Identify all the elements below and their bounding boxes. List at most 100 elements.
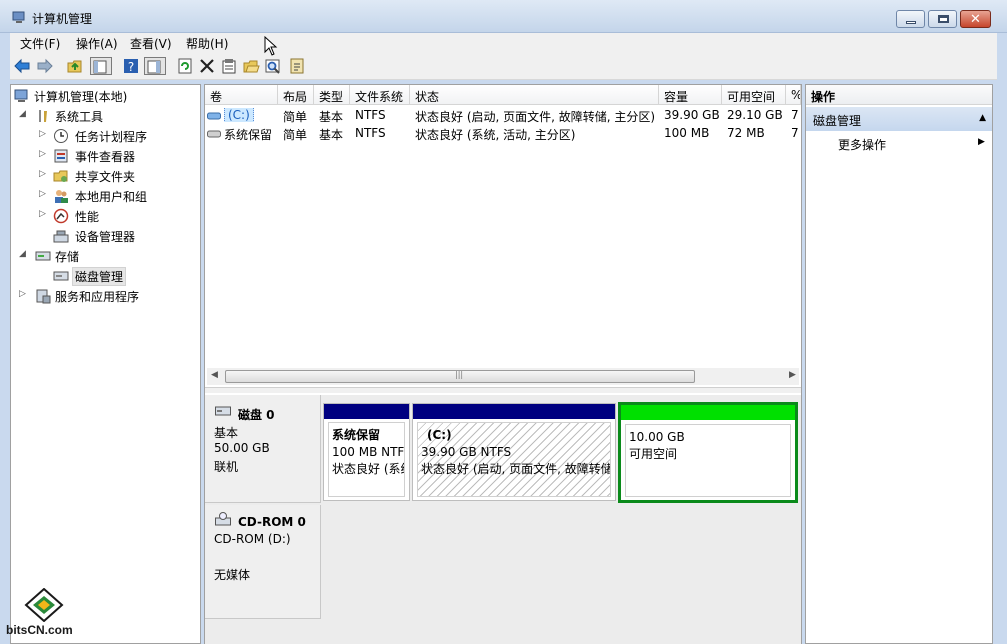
pane-splitter[interactable] <box>205 387 801 393</box>
shared-folder-icon <box>53 168 69 184</box>
partition-status: 状态良好 (启动, 页面文件, 故障转储 <box>421 462 611 476</box>
disk-properties-icon[interactable] <box>288 57 306 75</box>
menu-view[interactable]: 查看(V) <box>130 35 172 52</box>
tree-label-root: 计算机管理(本地) <box>34 90 128 104</box>
search-icon[interactable] <box>264 57 282 75</box>
computer-icon <box>14 88 30 104</box>
actions-pane: 操作 磁盘管理 ▲ 更多操作 ▶ <box>805 84 993 644</box>
partition-c[interactable]: (C:) 39.90 GB NTFS 状态良好 (启动, 页面文件, 故障转储 <box>412 403 616 501</box>
partition-status: 状态良好 (系统 <box>332 462 405 476</box>
device-manager-icon <box>53 228 69 244</box>
delete-icon[interactable] <box>198 57 216 75</box>
show-hide-action-icon[interactable] <box>144 57 166 75</box>
help-icon[interactable]: ? <box>122 57 140 75</box>
cdrom0-label[interactable]: CD-ROM 0 CD-ROM (D:) 无媒体 <box>205 505 321 619</box>
close-icon: ✕ <box>970 12 981 27</box>
table-row[interactable]: 系统保留 简单 基本 NTFS 状态良好 (系统, 活动, 主分区) 100 M… <box>205 124 799 142</box>
disk0-name: 磁盘 0 <box>238 408 275 422</box>
expand-arrow-icon[interactable]: ▷ <box>39 209 46 219</box>
open-icon[interactable] <box>242 57 260 75</box>
tree-label-local-users: 本地用户和组 <box>75 190 148 204</box>
toolbar: ? <box>10 53 997 80</box>
expand-arrow-icon[interactable]: ▷ <box>19 289 26 299</box>
minimize-icon <box>906 21 916 24</box>
disk-graphic-view: 磁盘 0 基本 50.00 GB 联机 系统保留 100 MB NTFS 状态良… <box>205 395 801 644</box>
menu-help[interactable]: 帮助(H) <box>186 35 228 52</box>
scroll-grip-icon: ||| <box>455 370 464 379</box>
scroll-left-icon[interactable]: ◀ <box>211 370 218 380</box>
disk0-type: 基本 <box>214 426 239 440</box>
collapse-arrow-icon[interactable]: ◢ <box>19 249 26 259</box>
table-row[interactable]: (C:) 简单 基本 NTFS 状态良好 (启动, 页面文件, 故障转储, 主分… <box>205 106 799 124</box>
tree-label-disk-management: 磁盘管理 <box>72 267 127 286</box>
column-header-volume[interactable]: 卷 <box>205 85 278 105</box>
volume-layout: 简单 <box>283 128 308 142</box>
back-icon[interactable] <box>13 57 31 75</box>
column-header-type[interactable]: 类型 <box>314 85 350 105</box>
partition-bar <box>621 405 795 420</box>
tree-label-task-scheduler: 任务计划程序 <box>75 130 148 144</box>
show-hide-tree-icon[interactable] <box>90 57 112 75</box>
watermark: bitsCN.com <box>6 587 92 640</box>
watermark-logo-icon <box>24 587 64 623</box>
collapse-up-icon[interactable]: ▲ <box>979 113 986 123</box>
storage-icon <box>35 248 51 264</box>
expand-arrow-icon[interactable]: ▷ <box>39 149 46 159</box>
up-folder-icon[interactable] <box>66 57 84 75</box>
column-header-percent[interactable]: % <box>786 85 801 105</box>
disk-management-icon <box>53 267 69 283</box>
window-title: 计算机管理 <box>32 12 93 26</box>
volume-capacity: 39.90 GB <box>664 108 720 122</box>
collapse-arrow-icon[interactable]: ◢ <box>19 109 26 119</box>
scroll-right-icon[interactable]: ▶ <box>789 370 796 380</box>
menu-bar: 文件(F) 操作(A) 查看(V) 帮助(H) <box>10 33 997 53</box>
tools-icon <box>35 108 51 124</box>
partition-system-reserved[interactable]: 系统保留 100 MB NTFS 状态良好 (系统 <box>323 403 410 501</box>
disk0-label[interactable]: 磁盘 0 基本 50.00 GB 联机 <box>205 395 321 503</box>
close-button[interactable]: ✕ <box>960 10 991 28</box>
cdrom0-name: CD-ROM 0 <box>238 515 306 529</box>
forward-icon[interactable] <box>36 57 54 75</box>
partition-unallocated[interactable]: 10.00 GB 可用空间 <box>618 402 798 503</box>
tree-label-system-tools: 系统工具 <box>55 110 104 124</box>
partition-status: 可用空间 <box>629 447 678 461</box>
tree-label-performance: 性能 <box>75 210 100 224</box>
tree-label-event-viewer: 事件查看器 <box>75 150 136 164</box>
more-actions-item[interactable]: 更多操作 <box>838 136 886 153</box>
partition-detail: 10.00 GB <box>629 430 685 444</box>
volume-filesystem: NTFS <box>355 108 386 122</box>
volume-free: 72 MB <box>727 126 765 140</box>
event-viewer-icon <box>53 148 69 164</box>
actions-section-disk-management[interactable]: 磁盘管理 ▲ <box>806 107 992 131</box>
submenu-arrow-icon[interactable]: ▶ <box>978 137 985 147</box>
refresh-icon[interactable] <box>176 57 194 75</box>
volume-name: 系统保留 <box>224 128 273 142</box>
column-header-free[interactable]: 可用空间 <box>722 85 786 105</box>
menu-action[interactable]: 操作(A) <box>76 35 118 52</box>
maximize-button[interactable] <box>928 10 957 28</box>
properties-icon[interactable] <box>220 57 238 75</box>
horizontal-scrollbar[interactable]: ◀ ||| ▶ <box>207 368 799 385</box>
minimize-button[interactable] <box>896 10 925 28</box>
menu-file[interactable]: 文件(F) <box>20 35 60 52</box>
expand-arrow-icon[interactable]: ▷ <box>39 169 46 179</box>
services-icon <box>35 288 51 304</box>
computer-management-icon <box>12 10 26 24</box>
users-icon <box>53 188 69 204</box>
performance-icon <box>53 208 69 224</box>
partition-name: 系统保留 <box>332 428 381 442</box>
column-header-capacity[interactable]: 容量 <box>659 85 722 105</box>
column-header-layout[interactable]: 布局 <box>278 85 314 105</box>
volume-capacity: 100 MB <box>664 126 710 140</box>
navigation-tree: 计算机管理(本地) ◢ 系统工具 ▷ 任务计划程序 ▷ 事件查看器 ▷ 共享文件… <box>10 84 201 644</box>
column-header-status[interactable]: 状态 <box>410 85 659 105</box>
expand-arrow-icon[interactable]: ▷ <box>39 129 46 139</box>
volume-status: 状态良好 (启动, 页面文件, 故障转储, 主分区) <box>415 110 656 124</box>
expand-arrow-icon[interactable]: ▷ <box>39 189 46 199</box>
tree-label-storage: 存储 <box>55 250 80 264</box>
volume-percent: 7 <box>791 126 799 140</box>
column-header-filesystem[interactable]: 文件系统 <box>350 85 410 105</box>
volume-filesystem: NTFS <box>355 126 386 140</box>
svg-text:?: ? <box>128 60 134 74</box>
disk0-status: 联机 <box>214 460 239 474</box>
